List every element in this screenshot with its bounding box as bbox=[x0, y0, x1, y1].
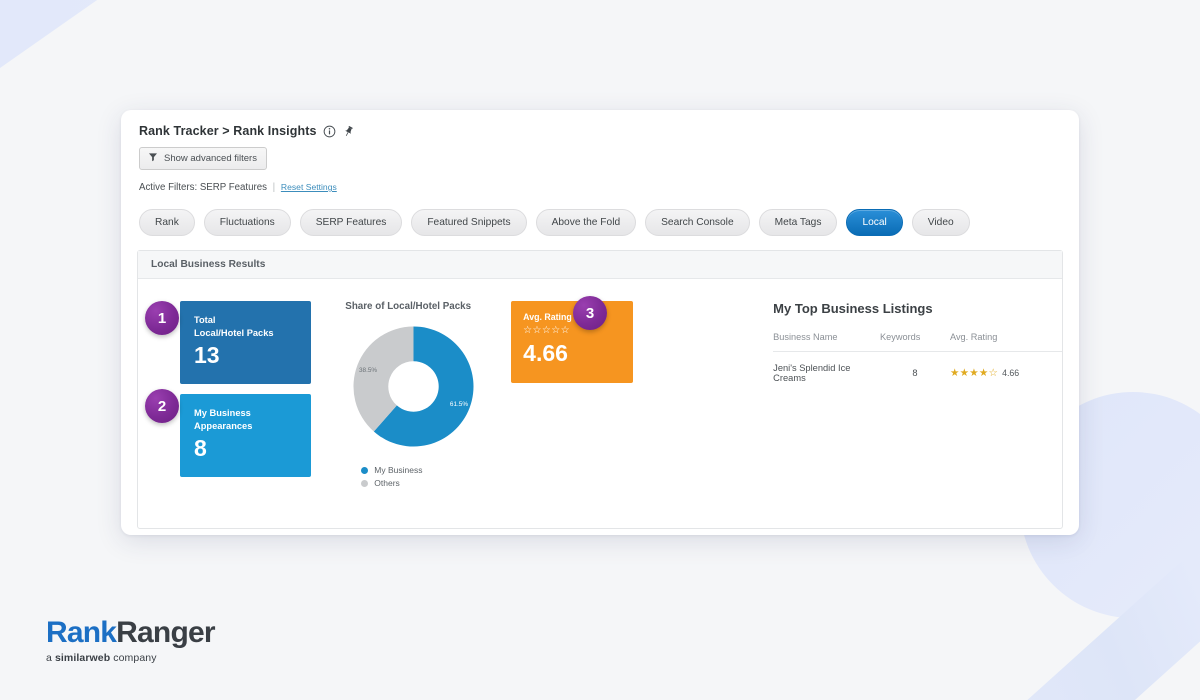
tab-above-the-fold[interactable]: Above the Fold bbox=[535, 209, 637, 236]
active-filters-row: Active Filters: SERP Features | Reset Se… bbox=[139, 182, 1061, 193]
rating-number: 4.66 bbox=[1002, 368, 1020, 378]
local-business-results-card: Local Business Results Total Local/Hotel… bbox=[137, 250, 1063, 529]
decorative-diagonal-bar bbox=[982, 539, 1200, 700]
cell-avg-rating: ★★★★☆ 4.66 bbox=[950, 352, 1062, 384]
logo-tagline-brand: similarweb bbox=[54, 652, 111, 664]
legend-label: My Business bbox=[374, 465, 423, 475]
kpi-column: Total Local/Hotel Packs 13 My Business A… bbox=[180, 301, 312, 491]
star-empty-icon: ☆ bbox=[988, 367, 999, 379]
donut-slice-label: 61.5% bbox=[450, 401, 468, 408]
kpi-label-line1: My Business bbox=[194, 408, 251, 418]
active-filters-label: Active Filters: SERP Features bbox=[139, 182, 267, 193]
legend-color-dot bbox=[361, 466, 369, 474]
reset-settings-link[interactable]: Reset Settings bbox=[281, 182, 337, 192]
legend-item-my-business[interactable]: My Business bbox=[361, 465, 489, 475]
cell-business-name: Jeni's Splendid Ice Creams bbox=[773, 363, 851, 383]
top-business-listings-panel: My Top Business Listings Business Name K… bbox=[773, 301, 1062, 491]
logo-wordmark: RankRanger bbox=[46, 616, 216, 649]
show-advanced-filters-label: Show advanced filters bbox=[164, 153, 257, 164]
listings-table: Business Name Keywords Avg. Rating Jeni'… bbox=[773, 332, 1062, 383]
breadcrumb: Rank Tracker > Rank Insights bbox=[139, 124, 1061, 138]
kpi-value: 13 bbox=[194, 342, 220, 369]
results-body: Total Local/Hotel Packs 13 My Business A… bbox=[138, 279, 1062, 491]
decorative-diagonal-shape bbox=[0, 0, 481, 110]
cell-keywords: 8 bbox=[912, 368, 918, 378]
logo-rank-text: Rank bbox=[46, 616, 117, 649]
logo-ranger-text: Ranger bbox=[116, 616, 215, 649]
listings-header-row: Business Name Keywords Avg. Rating bbox=[773, 332, 1062, 352]
pushpin-icon[interactable] bbox=[342, 125, 355, 138]
logo-tagline: a similarweb company bbox=[46, 652, 215, 664]
tab-serp-features[interactable]: SERP Features bbox=[299, 209, 403, 236]
kpi-label: Total Local/Hotel Packs bbox=[194, 314, 297, 339]
rating-column: Avg. Rating ☆☆☆☆☆ 4.66 bbox=[511, 301, 634, 491]
tab-video[interactable]: Video bbox=[911, 209, 970, 236]
legend-item-others[interactable]: Others bbox=[361, 478, 489, 488]
tab-meta-tags[interactable]: Meta Tags bbox=[758, 209, 838, 236]
donut-chart-panel: Share of Local/Hotel Packs 61.5% 38.5% My… bbox=[333, 301, 489, 491]
kpi-label-line1: Total bbox=[194, 315, 216, 325]
active-filters-separator: | bbox=[272, 182, 276, 193]
listings-table-head: Business Name Keywords Avg. Rating bbox=[773, 332, 1062, 352]
column-header-keywords[interactable]: Keywords bbox=[880, 332, 950, 352]
kpi-card-total-local-hotel-packs[interactable]: Total Local/Hotel Packs 13 bbox=[180, 301, 312, 384]
logo-tagline-suffix: company bbox=[110, 652, 157, 664]
logo-tagline-prefix: a bbox=[46, 652, 55, 664]
column-header-business-name[interactable]: Business Name bbox=[773, 332, 880, 352]
kpi-label: My Business Appearances bbox=[194, 407, 297, 432]
screenshot-stage: Rank Tracker > Rank Insights Show advanc… bbox=[0, 0, 1200, 700]
callout-badge-3: 3 bbox=[573, 296, 607, 330]
donut-chart-title: Share of Local/Hotel Packs bbox=[345, 301, 472, 312]
tab-fluctuations[interactable]: Fluctuations bbox=[203, 209, 291, 236]
results-section-title: Local Business Results bbox=[138, 251, 1062, 279]
listings-table-body: Jeni's Splendid Ice Creams 8 ★★★★☆ 4.66 bbox=[773, 352, 1062, 384]
tab-search-console[interactable]: Search Console bbox=[645, 209, 750, 236]
legend-color-dot bbox=[361, 479, 369, 487]
avg-rating-value: 4.66 bbox=[523, 340, 568, 366]
funnel-icon bbox=[148, 152, 158, 165]
page-title: Rank Tracker > Rank Insights bbox=[139, 124, 317, 138]
callout-badge-2: 2 bbox=[145, 389, 179, 423]
tab-rank[interactable]: Rank bbox=[139, 209, 195, 236]
avg-rating-stars-icon: ☆☆☆☆☆ bbox=[523, 325, 570, 336]
callout-badge-1: 1 bbox=[145, 301, 179, 335]
kpi-label-line2: Local/Hotel Packs bbox=[194, 327, 274, 338]
legend-label: Others bbox=[374, 478, 400, 488]
donut-slice-label: 38.5% bbox=[359, 367, 377, 374]
rankranger-logo: RankRanger a similarweb company bbox=[46, 616, 216, 665]
kpi-value: 8 bbox=[194, 435, 207, 462]
kpi-card-my-business-appearances[interactable]: My Business Appearances 8 bbox=[180, 394, 312, 477]
star-rating-icon: ★★★★ bbox=[950, 367, 989, 379]
app-header: Rank Tracker > Rank Insights Show advanc… bbox=[121, 110, 1079, 203]
tab-featured-snippets[interactable]: Featured Snippets bbox=[411, 209, 527, 236]
donut-chart[interactable]: 61.5% 38.5% bbox=[351, 324, 476, 449]
tab-bar: Rank Fluctuations SERP Features Featured Sn… bbox=[121, 203, 1079, 250]
table-row[interactable]: Jeni's Splendid Ice Creams 8 ★★★★☆ 4.66 bbox=[773, 352, 1062, 384]
listings-title: My Top Business Listings bbox=[773, 301, 933, 316]
info-circle-icon[interactable] bbox=[323, 125, 336, 138]
show-advanced-filters-button[interactable]: Show advanced filters bbox=[139, 147, 267, 170]
kpi-label-line2: Appearances bbox=[194, 420, 253, 431]
donut-chart-legend: My Business Others bbox=[333, 465, 489, 488]
tab-local[interactable]: Local bbox=[846, 209, 903, 236]
app-window: Rank Tracker > Rank Insights Show advanc… bbox=[121, 110, 1079, 535]
column-header-avg-rating[interactable]: Avg. Rating bbox=[950, 332, 1062, 352]
